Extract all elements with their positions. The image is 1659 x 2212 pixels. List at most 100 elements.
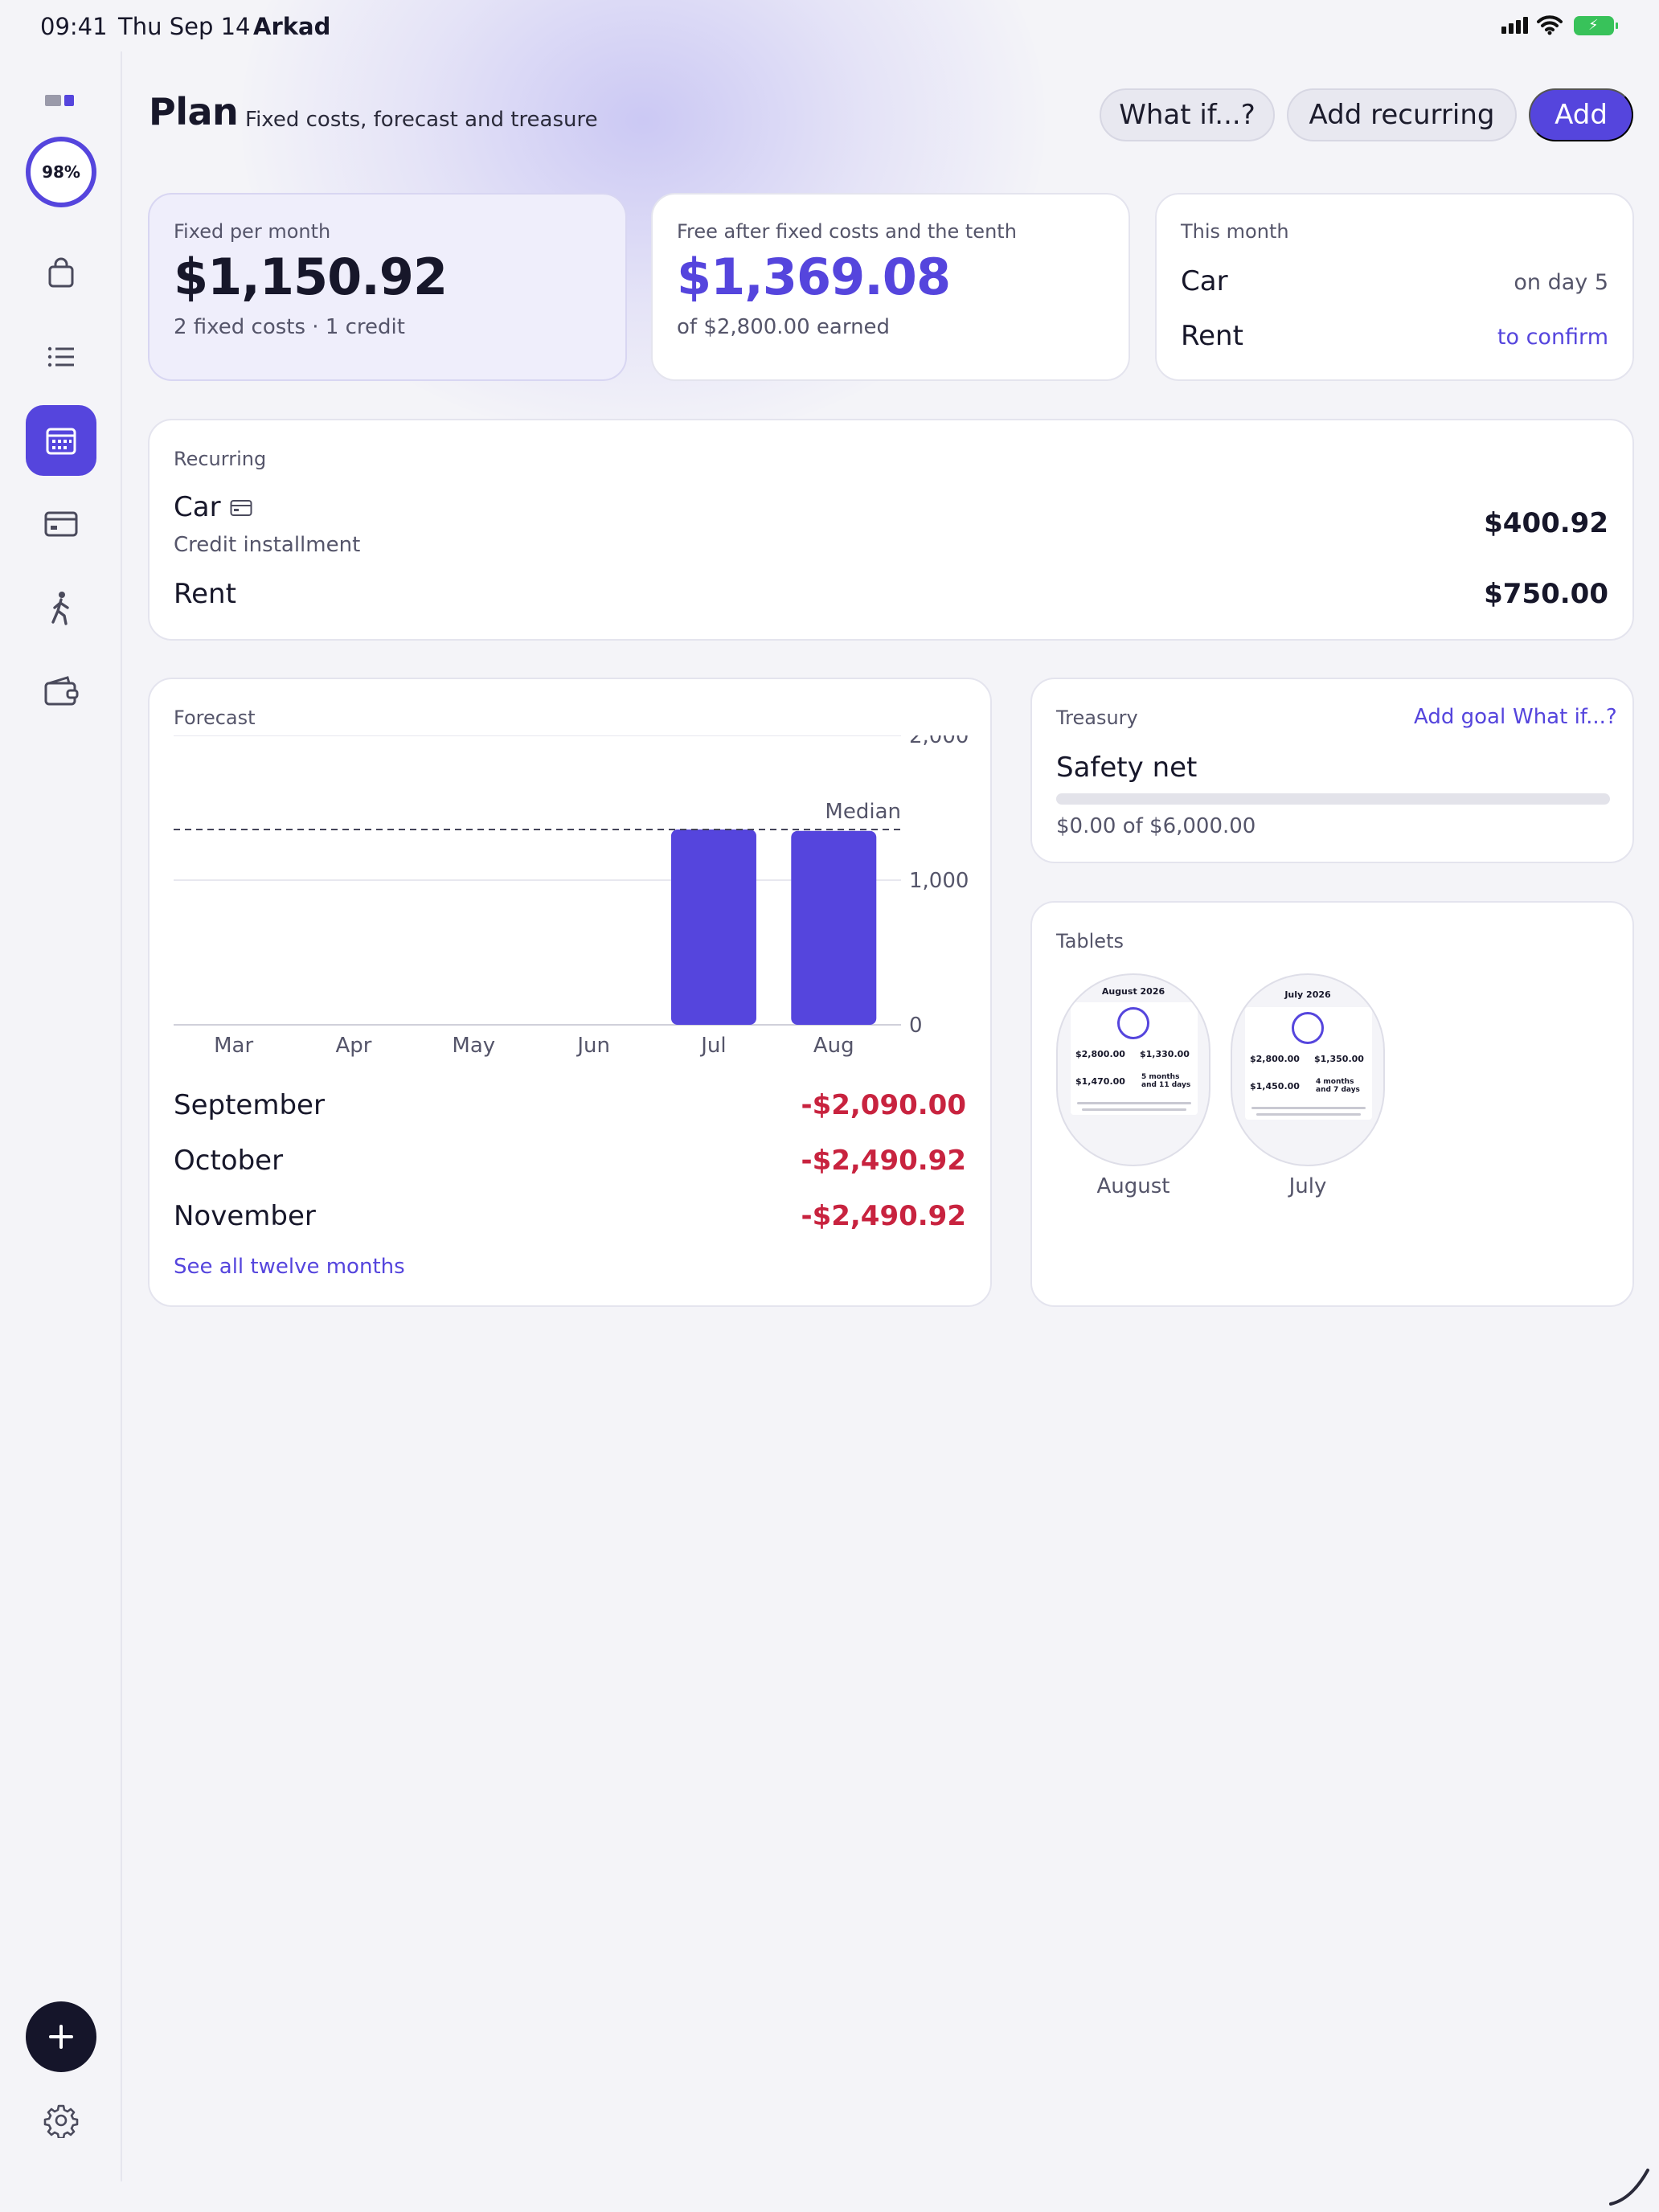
sidebar: 98%	[0, 51, 122, 2181]
goal-progress-bar	[1056, 793, 1610, 805]
recurring-item-detail: Credit installment	[174, 533, 361, 557]
tablet-earned: $2,800.00	[1075, 1049, 1125, 1059]
chart-y-tick-label: 1,000	[909, 869, 969, 893]
fixed-sub: 2 fixed costs · 1 credit	[174, 315, 405, 339]
progress-ring[interactable]: 98%	[26, 137, 96, 207]
wallet-icon	[44, 676, 79, 706]
free-label: Free after fixed costs and the tenth	[677, 220, 1017, 243]
tablet-thumbnail: July 2026 $2,800.00 $1,350.00 $1,450.00 …	[1231, 973, 1385, 1166]
tablets-label: Tablets	[1056, 930, 1124, 952]
tablet-text-line	[1082, 1108, 1186, 1111]
status-time: 09:41	[40, 13, 108, 40]
treasury-card: Treasury Add goal What if...? Safety net…	[1030, 678, 1634, 863]
status-date: Thu Sep 14	[118, 13, 251, 40]
tablet-free: $1,450.00	[1250, 1081, 1300, 1092]
forecast-card: Forecast 2,000 1,000 0 Mar Apr May Jun Jul Aug Me…	[148, 678, 992, 1307]
this-month-item-status: on day 5	[1514, 270, 1608, 295]
signal-bar	[1523, 17, 1528, 34]
recurring-item-amount: $750.00	[1484, 578, 1608, 610]
add-button[interactable]: Add	[1529, 88, 1633, 141]
forecast-month: November	[174, 1200, 316, 1232]
recurring-item-name: Car	[174, 491, 221, 523]
progress-value: 98%	[42, 162, 80, 182]
chart-x-tick-label: Apr	[335, 1034, 371, 1058]
forecast-amount: -$2,490.92	[801, 1200, 966, 1232]
tablet-page: $2,800.00 $1,350.00 $1,450.00 4 months a…	[1245, 1007, 1372, 1120]
sidebar-item-cards[interactable]	[26, 489, 96, 559]
free-after-card[interactable]: Free after fixed costs and the tenth $1,…	[651, 193, 1130, 381]
tablet-ring	[1292, 1012, 1324, 1044]
recurring-item-name: Rent	[174, 578, 236, 610]
chart-bar	[791, 830, 877, 1025]
chart-x-tick-label: Jul	[699, 1034, 726, 1058]
sidebar-item-plan[interactable]	[26, 405, 96, 476]
chart-x-tick-label: Jun	[576, 1034, 610, 1058]
card-icon	[44, 511, 78, 537]
calendar-icon	[46, 428, 76, 455]
chart-x-tick-label: May	[452, 1034, 495, 1058]
tablet-month: August 2026	[1101, 986, 1165, 997]
tablet-ring	[1117, 1007, 1149, 1039]
tablet-earned: $2,800.00	[1250, 1054, 1300, 1064]
this-month-card[interactable]: This month Car on day 5 Rent to confirm	[1155, 193, 1634, 381]
credit-card-icon	[230, 500, 252, 516]
tablets-card: Tablets August 2026 $2,800.00 $1,330.00 …	[1030, 901, 1634, 1307]
tablet-thumbnail: August 2026 $2,800.00 $1,330.00 $1,470.0…	[1056, 973, 1210, 1166]
tablet-streak: 4 months and 7 days	[1316, 1078, 1360, 1094]
chart-y-tick-label: 2,000	[909, 735, 969, 748]
tablet-text-line	[1077, 1102, 1191, 1104]
tablet-page: $2,800.00 $1,330.00 $1,470.00 5 months a…	[1071, 1002, 1198, 1115]
status-bar: 09:41 Thu Sep 14 Arkad ⚡	[0, 0, 1659, 51]
see-all-months-link[interactable]: See all twelve months	[174, 1255, 405, 1279]
sidebar-item-purchases[interactable]	[26, 238, 96, 309]
fixed-costs-card[interactable]: Fixed per month $1,150.92 2 fixed costs …	[148, 193, 627, 381]
chart-x-tick-label: Mar	[214, 1034, 253, 1058]
this-month-item-name: Car	[1181, 265, 1228, 297]
chart-median-label: Median	[825, 800, 901, 824]
tablet-spent: $1,330.00	[1140, 1049, 1190, 1059]
forecast-chart: 2,000 1,000 0 Mar Apr May Jun Jul Aug Median	[174, 735, 969, 1058]
chart-bar	[670, 830, 756, 1025]
recurring-card: Recurring Car Credit installment $400.92…	[148, 419, 1634, 641]
forecast-label: Forecast	[174, 707, 256, 729]
what-if-button[interactable]: What if...?	[1100, 88, 1275, 141]
signal-icon	[1501, 27, 1506, 34]
page-subtitle: Fixed costs, forecast and treasure	[245, 108, 598, 132]
chart-y-tick-label: 0	[909, 1014, 923, 1038]
tablet-text-line	[1256, 1113, 1361, 1116]
add-recurring-button[interactable]: Add recurring	[1287, 88, 1517, 141]
walking-icon	[51, 592, 69, 625]
recurring-item-amount: $400.92	[1484, 507, 1608, 539]
free-value: $1,369.08	[677, 248, 951, 306]
tablet-streak: 5 months and 11 days	[1141, 1073, 1191, 1089]
chart-x-tick-label: Aug	[813, 1034, 854, 1058]
list-icon	[47, 346, 74, 367]
settings-button[interactable]	[26, 2085, 96, 2156]
to-confirm-link[interactable]: to confirm	[1497, 325, 1608, 350]
sidebar-item-wallet[interactable]	[26, 656, 96, 727]
treasury-label: Treasury	[1056, 707, 1138, 729]
this-month-label: This month	[1181, 220, 1289, 243]
status-carrier: Arkad	[253, 13, 331, 40]
tablet-month: July 2026	[1284, 989, 1331, 1000]
sidebar-toggle-icon[interactable]	[43, 92, 77, 109]
goal-progress-text: $0.00 of $6,000.00	[1056, 814, 1256, 838]
tablet-caption: July	[1288, 1174, 1327, 1198]
gear-icon	[43, 2104, 79, 2138]
forecast-month: September	[174, 1089, 325, 1121]
tablet-free: $1,470.00	[1075, 1076, 1125, 1087]
add-fab-button[interactable]	[26, 2001, 96, 2072]
treasury-what-if-link[interactable]: What if...?	[1513, 705, 1617, 729]
forecast-amount: -$2,490.92	[801, 1145, 966, 1177]
signal-bar	[1509, 23, 1514, 34]
corner-handle-icon	[1609, 2169, 1649, 2206]
page-title: Plan	[149, 90, 239, 133]
sidebar-item-list[interactable]	[26, 322, 96, 392]
status-icons: ⚡	[1501, 14, 1622, 37]
add-goal-link[interactable]: Add goal	[1414, 705, 1505, 729]
goal-name[interactable]: Safety net	[1056, 752, 1197, 784]
forecast-amount: -$2,090.00	[801, 1089, 966, 1121]
free-sub: of $2,800.00 earned	[677, 315, 891, 339]
sidebar-item-activity[interactable]	[26, 572, 96, 643]
this-month-item-name: Rent	[1181, 320, 1243, 352]
